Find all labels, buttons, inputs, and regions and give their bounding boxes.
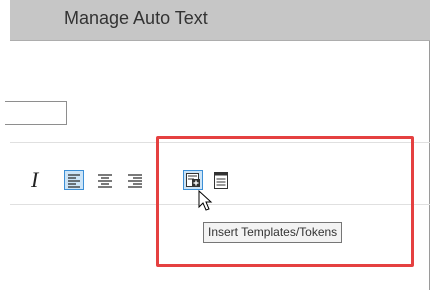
align-center-button[interactable]: [95, 170, 115, 190]
align-left-icon: [64, 170, 84, 190]
highlight-box: [156, 136, 414, 267]
align-right-button[interactable]: [125, 170, 145, 190]
name-input[interactable]: [5, 101, 67, 125]
mouse-cursor-icon: [198, 190, 213, 211]
align-center-icon: [98, 174, 112, 188]
align-left-button[interactable]: [64, 170, 84, 190]
dialog-titlebar: Manage Auto Text: [10, 0, 430, 41]
align-right-icon: [128, 174, 142, 188]
italic-button[interactable]: I: [31, 169, 38, 191]
dialog-title: Manage Auto Text: [64, 8, 208, 28]
tooltip: Insert Templates/Tokens: [203, 222, 343, 243]
